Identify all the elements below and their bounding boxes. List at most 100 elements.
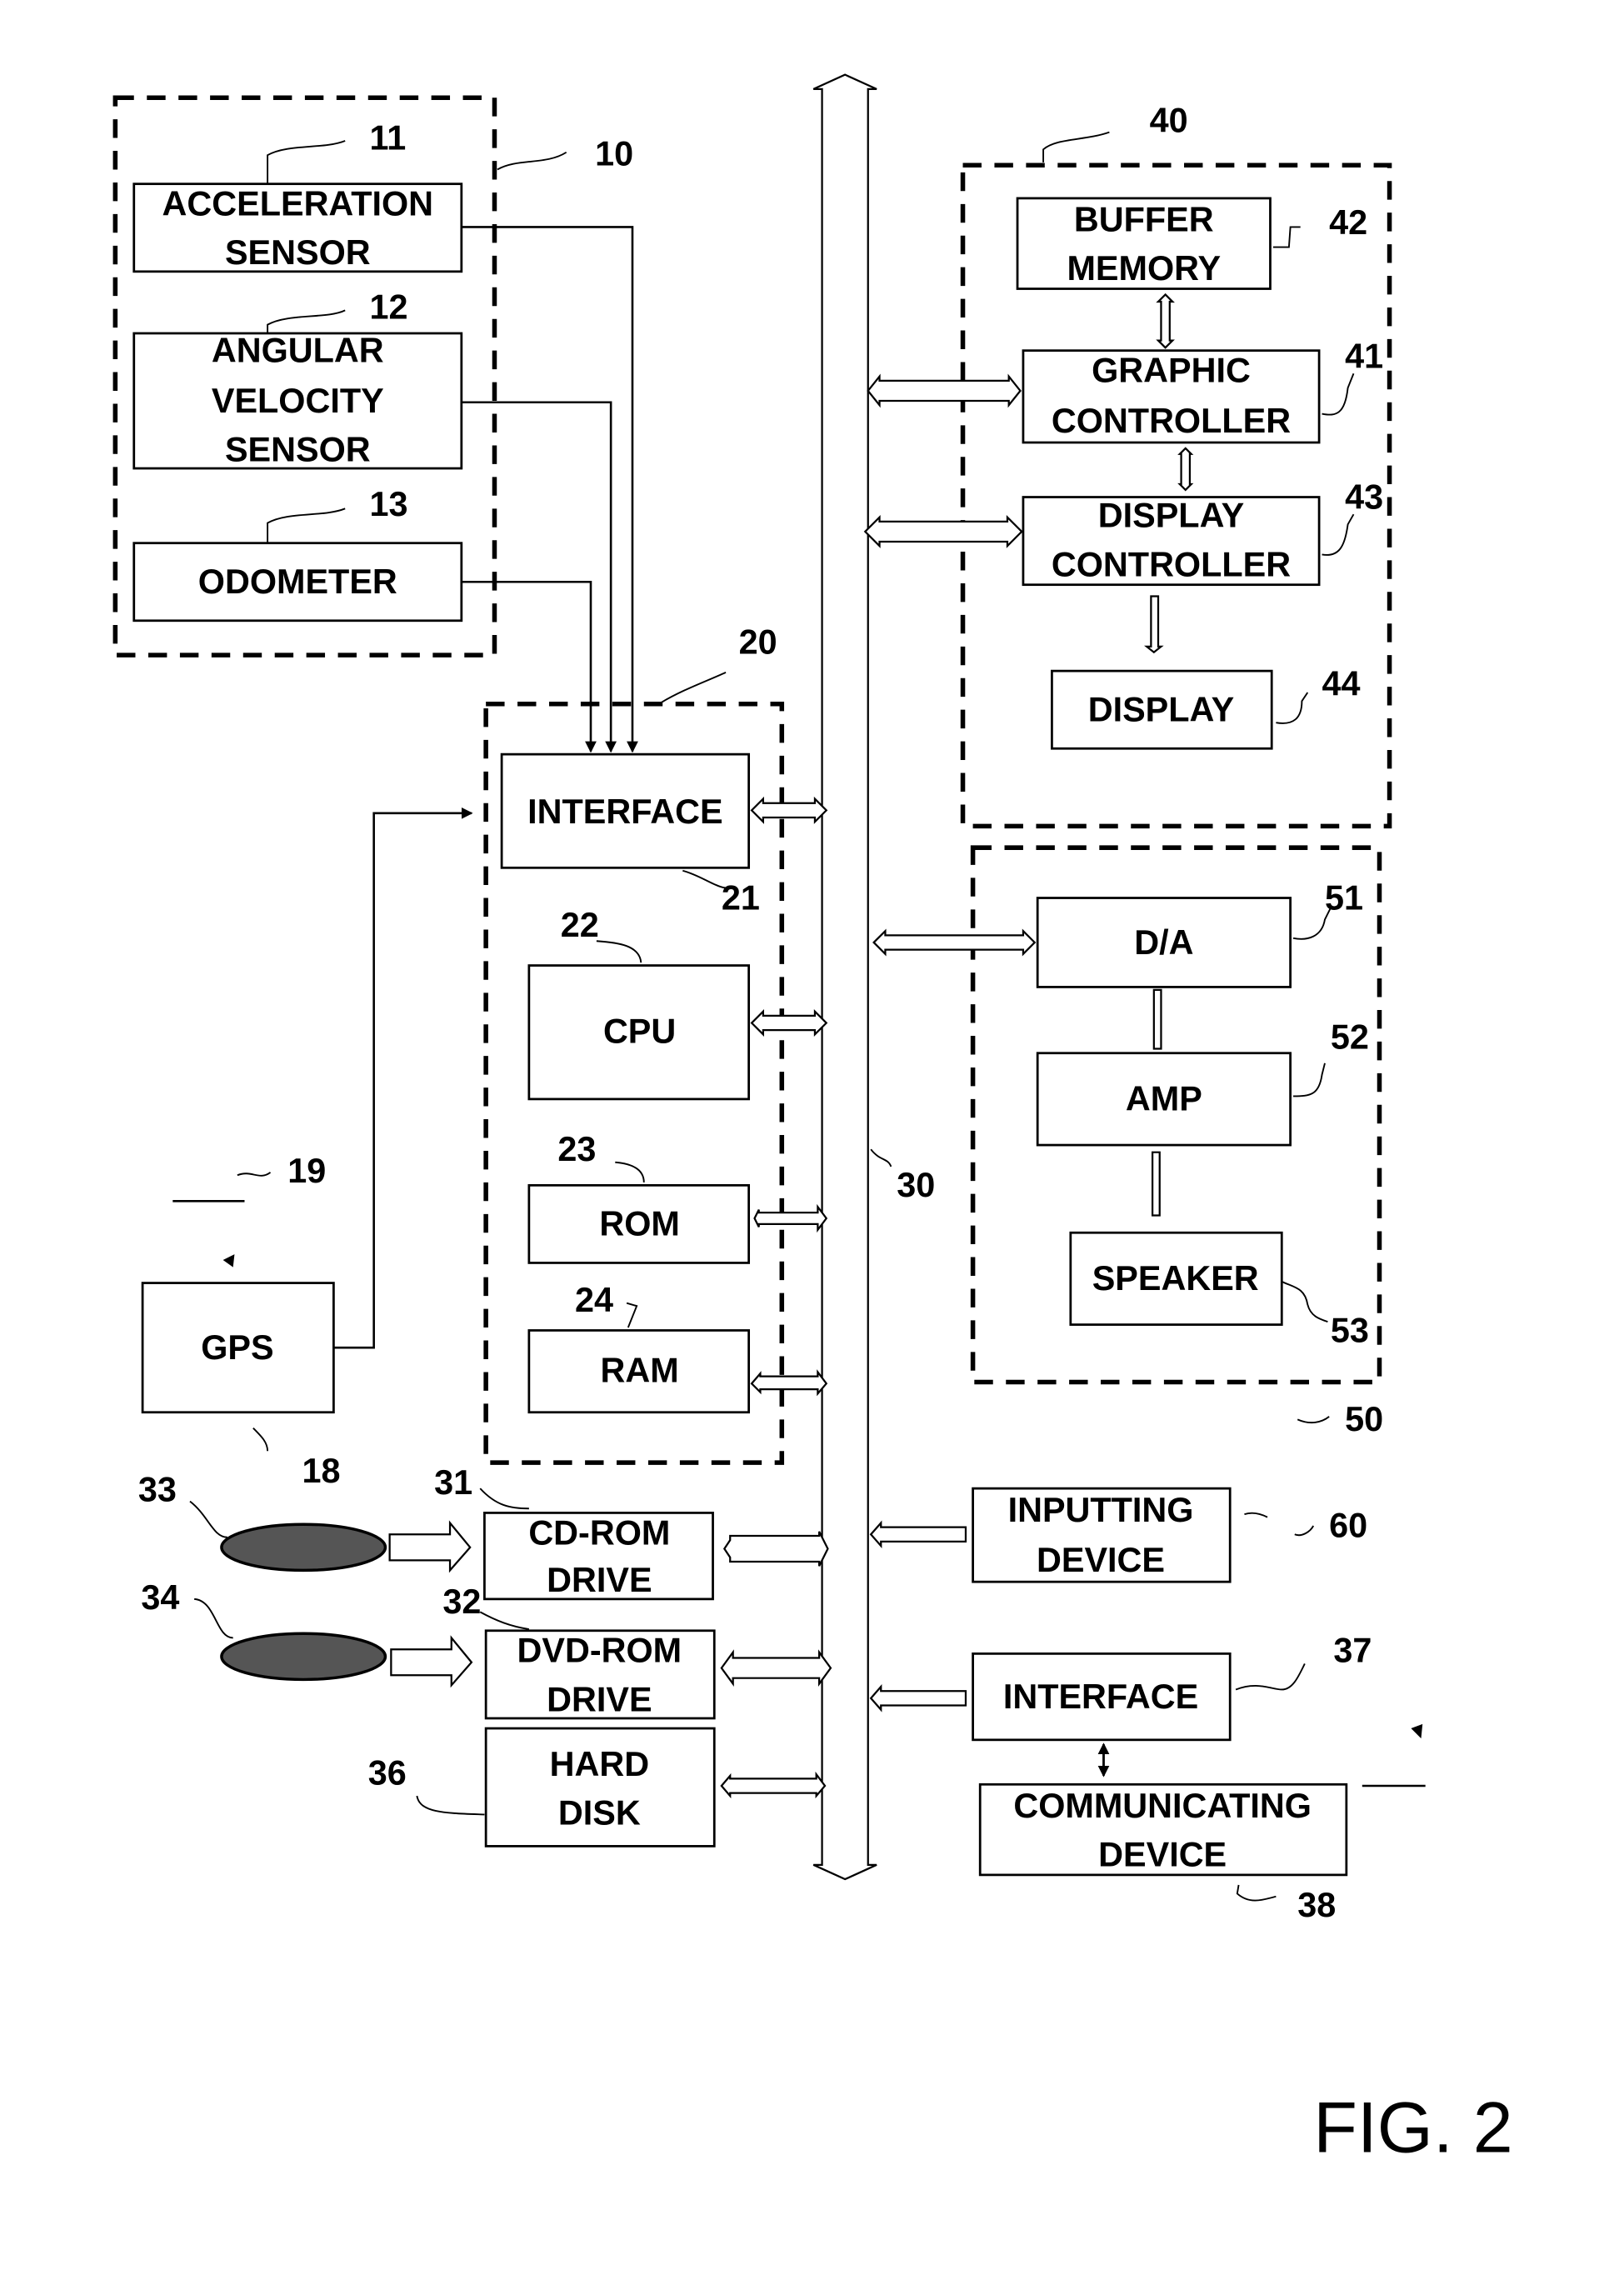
speaker-ref: 53 — [1331, 1311, 1369, 1349]
interface-21-bus-arrow — [750, 796, 828, 824]
controller-group-leader — [660, 671, 727, 703]
dvd-rom-bus-arrow — [720, 1649, 832, 1688]
dvd-disc-ref: 34 — [141, 1578, 179, 1617]
reference-leader-line — [1281, 1281, 1328, 1323]
angular-velocity-signal-wire — [461, 401, 617, 753]
buffer-graphic-link — [1156, 292, 1175, 349]
reference-leader-line — [1294, 1525, 1315, 1537]
display-block: DISPLAY 44 — [1051, 664, 1361, 750]
block-label: ACCELERATION — [162, 185, 434, 223]
block-label: DRIVE — [547, 1680, 652, 1718]
antenna-signal-icon — [222, 1254, 235, 1268]
system-bus — [812, 73, 877, 1881]
odometer-signal-wire — [461, 580, 597, 753]
rom-ref: 23 — [557, 1130, 596, 1168]
interface-37-bus-arrow — [869, 1684, 967, 1712]
bus-d-a-arrow — [872, 928, 1037, 957]
block-label: CONTROLLER — [1052, 402, 1291, 440]
block-label: DEVICE — [1037, 1541, 1165, 1579]
dvd-rom-drive-block: DVD-ROM DRIVE 32 — [442, 1582, 716, 1720]
hard-disk-block: HARD DISK 36 — [368, 1727, 716, 1848]
interface-37-block: INTERFACE 37 — [972, 1632, 1372, 1742]
angular-velocity-sensor-ref: 12 — [369, 288, 407, 327]
block-label: VELOCITY — [212, 382, 384, 420]
block-label: AMP — [1126, 1080, 1202, 1118]
dvd-disc-icon — [220, 1632, 387, 1682]
block-label: DRIVE — [547, 1561, 652, 1599]
ram-bus-arrow — [750, 1369, 828, 1397]
communicating-device-ref: 38 — [1297, 1886, 1336, 1924]
reference-leader-line — [479, 1611, 530, 1631]
inputting-device-ref: 60 — [1329, 1507, 1367, 1545]
block-label: INTERFACE — [527, 792, 722, 831]
hard-disk-ref: 36 — [368, 1753, 407, 1792]
d-a-amp-link — [1152, 988, 1162, 1050]
block-label: DVD-ROM — [517, 1632, 682, 1670]
bus-ref: 30 — [897, 1166, 935, 1204]
rom-bus-arrow — [753, 1203, 828, 1233]
dvd-rom-drive-ref: 32 — [442, 1582, 481, 1621]
block-label: ANGULAR — [212, 331, 384, 369]
d-a-block: D/A 51 — [1036, 878, 1363, 988]
display-controller-block: DISPLAY CONTROLLER 43 — [1022, 478, 1383, 587]
block-label: CONTROLLER — [1052, 545, 1291, 583]
block-label: MEMORY — [1067, 249, 1221, 288]
reference-leader-line — [479, 1488, 529, 1510]
inputting-device-bus-arrow — [869, 1520, 967, 1549]
figure-title: FIG. 2 — [1313, 2088, 1512, 2168]
cd-rom-bus-arrow — [722, 1531, 829, 1567]
gps-ref: 18 — [302, 1452, 340, 1490]
ram-ref: 24 — [575, 1281, 613, 1319]
reference-leader-line — [267, 508, 346, 543]
audio-unit-leader — [1297, 1416, 1330, 1424]
gps-antenna: 19 — [172, 1152, 326, 1268]
buffer-memory-ref: 42 — [1329, 203, 1367, 242]
reference-leader-line — [267, 309, 346, 333]
reference-leader-line — [615, 1161, 645, 1182]
reference-leader-line — [1322, 372, 1355, 416]
block-label: GPS — [201, 1328, 273, 1367]
odometer-ref: 13 — [369, 485, 407, 523]
bus-graphic-arrow — [867, 373, 1022, 408]
cpu-block: CPU 22 — [527, 906, 751, 1101]
dvd-disc: 34 — [141, 1578, 387, 1682]
interface-21-block: INTERFACE 21 — [500, 752, 760, 917]
block-label: D/A — [1134, 923, 1193, 962]
antenna-signal-icon — [1411, 1723, 1423, 1739]
display-controller-ref: 43 — [1345, 478, 1383, 516]
cd-disc-ref: 33 — [138, 1471, 177, 1509]
acceleration-sensor-block: ACCELERATION SENSOR 11 — [132, 118, 463, 273]
display-unit-ref: 40 — [1150, 102, 1188, 140]
block-label: HARD — [550, 1745, 649, 1783]
acceleration-sensor-ref: 11 — [369, 118, 406, 157]
d-a-ref: 51 — [1325, 878, 1363, 917]
cd-rom-drive-ref: 31 — [434, 1463, 472, 1502]
reference-leader-line — [1276, 692, 1309, 724]
bus-display-controller-arrow — [863, 514, 1023, 548]
buffer-memory-block: BUFFER MEMORY 42 — [1016, 197, 1367, 290]
dvd-disc-arrow — [390, 1635, 473, 1688]
reference-leader-line — [626, 1302, 638, 1328]
hard-disk-bus-arrow — [720, 1771, 827, 1799]
speaker-block: SPEAKER 53 — [1069, 1231, 1369, 1349]
block-label: GRAPHIC — [1092, 352, 1251, 390]
graphic-controller-ref: 41 — [1345, 337, 1383, 375]
cd-disc-icon — [220, 1522, 387, 1572]
block-label: DISPLAY — [1088, 690, 1234, 728]
acceleration-signal-wire — [461, 226, 638, 753]
amp-speaker-link — [1151, 1151, 1161, 1217]
reference-leader-line — [194, 1598, 233, 1639]
cpu-bus-arrow — [750, 1009, 828, 1038]
odometer-block: ODOMETER 13 — [132, 485, 463, 622]
communicating-device-block: COMMUNICATING DEVICE 38 — [978, 1782, 1348, 1924]
graphic-controller-block: GRAPHIC CONTROLLER 41 — [1022, 337, 1383, 444]
controller-group-ref: 20 — [739, 622, 777, 661]
display-controller-display-link — [1144, 595, 1164, 654]
reference-leader-line — [1272, 226, 1301, 248]
interface-21-ref: 21 — [722, 878, 760, 917]
block-label: SENSOR — [225, 233, 371, 272]
gps-signal-wire — [333, 807, 473, 1349]
block-label: CD-ROM — [528, 1513, 670, 1552]
cpu-ref: 22 — [561, 906, 599, 944]
reference-leader-line — [1293, 1062, 1326, 1098]
